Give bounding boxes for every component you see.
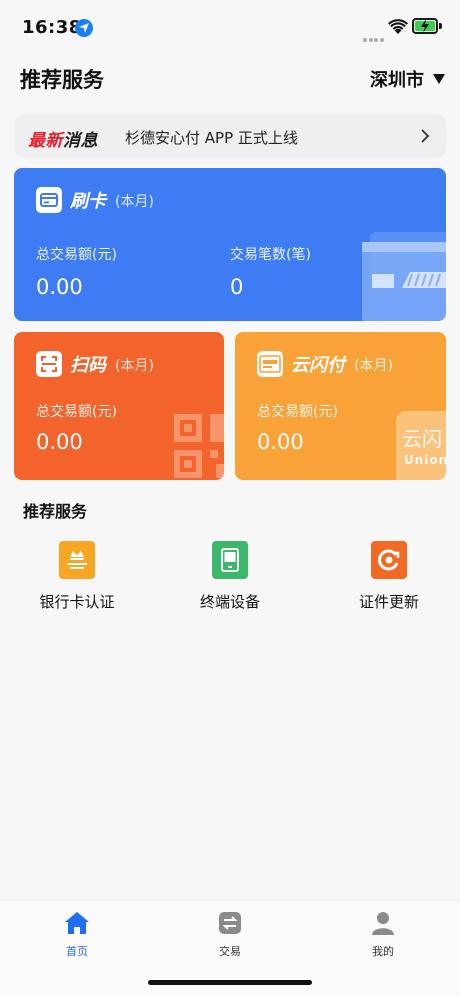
total-amount-value: 0.00 bbox=[36, 430, 83, 454]
tab-transaction[interactable]: 交易 bbox=[190, 911, 270, 959]
card-unionpay-summary[interactable]: 云闪付 (本月) 总交易额(元) 0.00 云闪 Union bbox=[235, 332, 446, 480]
service-terminal-device[interactable]: 终端设备 bbox=[170, 541, 290, 612]
news-tag: 最新消息 bbox=[28, 131, 98, 151]
service-label: 证件更新 bbox=[358, 593, 419, 611]
total-amount-value: 0.00 bbox=[257, 430, 304, 454]
city-selector[interactable]: 深圳市 bbox=[370, 66, 445, 92]
wifi-icon bbox=[388, 19, 408, 34]
total-amount-value: 0.00 bbox=[36, 275, 83, 299]
tab-label: 交易 bbox=[219, 945, 241, 958]
transaction-icon bbox=[219, 912, 241, 934]
profile-icon bbox=[372, 912, 394, 935]
card-icon bbox=[36, 187, 62, 213]
card-period: (本月) bbox=[354, 358, 393, 374]
chevron-right-icon bbox=[421, 129, 430, 143]
tab-profile[interactable]: 我的 bbox=[343, 911, 423, 959]
service-label: 银行卡认证 bbox=[39, 593, 115, 611]
caret-down-icon bbox=[433, 74, 445, 84]
tab-home[interactable]: 首页 bbox=[37, 911, 117, 959]
home-icon bbox=[65, 912, 89, 934]
news-banner[interactable]: 最新消息 杉德安心付 APP 正式上线 bbox=[14, 114, 446, 158]
service-bank-card-auth[interactable]: 银行卡认证 bbox=[17, 541, 137, 612]
tab-label: 首页 bbox=[66, 945, 88, 958]
status-time: 16:38 bbox=[22, 17, 82, 38]
unionpay-watermark: 云闪 Union bbox=[396, 411, 446, 480]
card-period: (本月) bbox=[115, 194, 154, 210]
scan-icon bbox=[36, 351, 62, 377]
battery-icon bbox=[412, 18, 438, 34]
news-text: 杉德安心付 APP 正式上线 bbox=[125, 129, 298, 147]
bank-card-auth-icon bbox=[59, 541, 95, 579]
card-title: 刷卡 bbox=[70, 191, 106, 212]
total-amount-label: 总交易额(元) bbox=[36, 404, 117, 420]
pos-card-illustration bbox=[362, 232, 446, 321]
terminal-device-icon bbox=[212, 541, 248, 579]
transaction-count-value: 0 bbox=[230, 275, 244, 299]
service-label: 终端设备 bbox=[199, 593, 260, 611]
tab-label: 我的 bbox=[372, 945, 394, 958]
transaction-count-label: 交易笔数(笔) bbox=[230, 247, 311, 263]
city-label: 深圳市 bbox=[370, 70, 424, 91]
signal-icon bbox=[363, 27, 385, 46]
status-bar: 16:38 bbox=[0, 0, 460, 54]
unionpay-icon bbox=[257, 351, 283, 377]
location-arrow-icon bbox=[75, 19, 93, 37]
card-title: 扫码 bbox=[70, 355, 106, 376]
qr-code-illustration bbox=[174, 414, 224, 478]
card-period: (本月) bbox=[115, 358, 154, 374]
card-title: 云闪付 bbox=[291, 355, 345, 376]
certificate-update-icon bbox=[371, 541, 407, 579]
services-section-title: 推荐服务 bbox=[23, 502, 88, 521]
total-amount-label: 总交易额(元) bbox=[257, 404, 338, 420]
service-certificate-update[interactable]: 证件更新 bbox=[329, 541, 449, 612]
home-indicator bbox=[148, 980, 312, 985]
card-scan-summary[interactable]: 扫码 (本月) 总交易额(元) 0.00 bbox=[14, 332, 224, 480]
page-title: 推荐服务 bbox=[20, 68, 104, 92]
total-amount-label: 总交易额(元) bbox=[36, 247, 117, 263]
card-swipe-summary[interactable]: 刷卡 (本月) 总交易额(元) 0.00 交易笔数(笔) 0 bbox=[14, 168, 446, 321]
